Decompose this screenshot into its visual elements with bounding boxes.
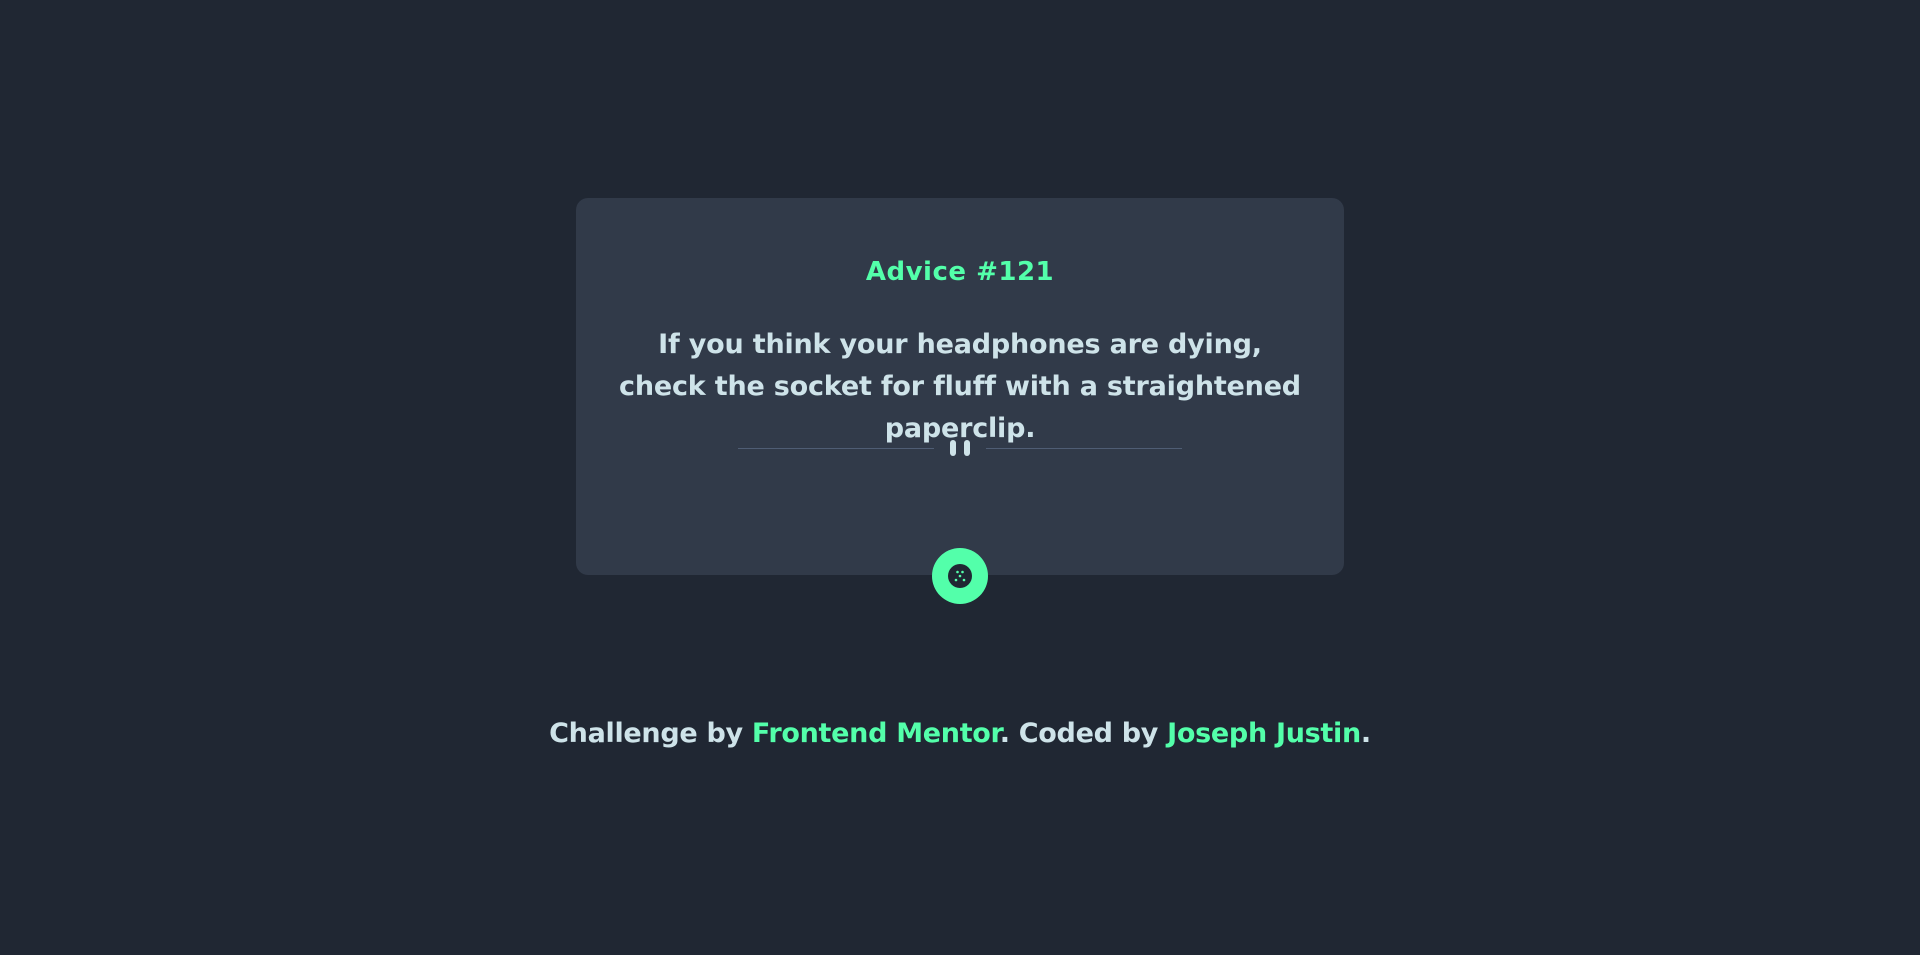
pause-icon: [950, 440, 970, 458]
attribution-footer: Challenge by Frontend Mentor. Coded by J…: [0, 718, 1920, 749]
divider-line-left: [738, 448, 934, 449]
author-link[interactable]: Joseph Justin: [1167, 718, 1361, 749]
divider: [738, 439, 1182, 459]
dice-icon: [948, 564, 972, 588]
frontend-mentor-link[interactable]: Frontend Mentor: [752, 718, 1000, 749]
advice-card: Advice #121 If you think your headphones…: [576, 198, 1344, 575]
advice-quote: If you think your headphones are dying, …: [619, 329, 1301, 444]
divider-line-right: [986, 448, 1182, 449]
advice-title: Advice #121: [865, 257, 1055, 287]
footer-prefix: Challenge by: [549, 718, 752, 749]
dice-button[interactable]: [932, 548, 988, 604]
footer-suffix: .: [1360, 718, 1371, 749]
footer-middle: . Coded by: [999, 718, 1168, 749]
